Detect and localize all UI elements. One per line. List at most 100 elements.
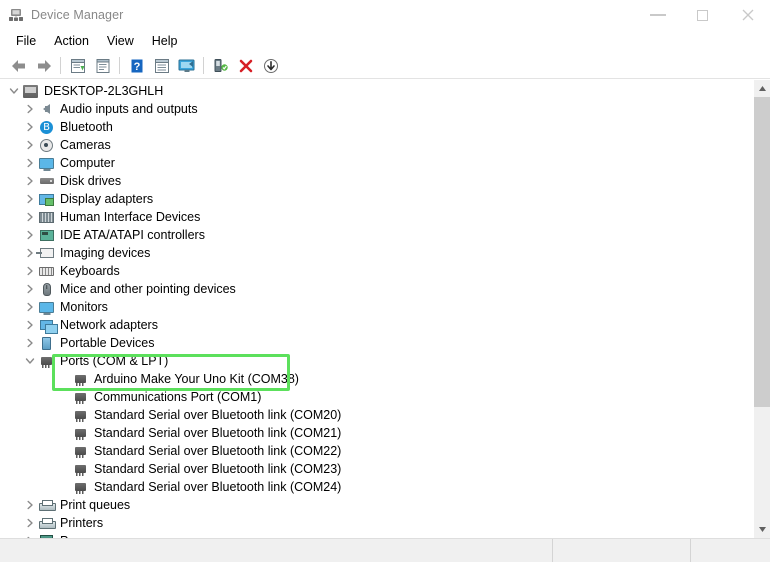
tree-item-portable-devices[interactable]: Portable Devices	[0, 334, 753, 352]
maximize-button[interactable]	[680, 0, 725, 30]
chevron-right-icon[interactable]	[22, 298, 38, 316]
tree-item-standard-serial-bluetooth-com22[interactable]: Standard Serial over Bluetooth link (COM…	[0, 442, 753, 460]
port-icon	[72, 479, 89, 495]
menu-action[interactable]: Action	[45, 32, 98, 52]
window-controls	[635, 0, 770, 30]
scrollbar-track[interactable]	[754, 97, 770, 521]
properties-button[interactable]	[90, 54, 115, 77]
chevron-right-icon[interactable]	[22, 136, 38, 154]
port-icon	[72, 371, 89, 387]
tree-item-label: Arduino Make Your Uno Kit (COM38)	[94, 372, 299, 386]
tree-item-disk-drives[interactable]: Disk drives	[0, 172, 753, 190]
help-button[interactable]: ?	[124, 54, 149, 77]
chevron-right-icon[interactable]	[22, 316, 38, 334]
port-icon	[72, 407, 89, 423]
computer-icon	[22, 83, 39, 99]
chevron-right-icon[interactable]	[22, 334, 38, 352]
device-list-button[interactable]	[149, 54, 174, 77]
show-hidden-devices-button[interactable]	[65, 54, 90, 77]
device-tree[interactable]: DESKTOP-2L3GHLH Audio inputs and outputs B…	[0, 80, 753, 538]
download-arrow-icon	[263, 58, 278, 73]
tree-item-computer[interactable]: Computer	[0, 154, 753, 172]
tree-item-standard-serial-bluetooth-com24[interactable]: Standard Serial over Bluetooth link (COM…	[0, 478, 753, 496]
chevron-right-icon[interactable]	[22, 154, 38, 172]
printer-icon	[38, 515, 56, 531]
tree-item-monitors[interactable]: Monitors	[0, 298, 753, 316]
speaker-icon	[38, 101, 55, 117]
tree-item-human-interface-devices[interactable]: Human Interface Devices	[0, 208, 753, 226]
chevron-down-icon[interactable]	[22, 352, 38, 370]
scrollbar-thumb[interactable]	[754, 97, 770, 407]
chevron-right-icon[interactable]	[22, 100, 38, 118]
vertical-scrollbar[interactable]	[753, 80, 770, 538]
processor-icon	[38, 533, 55, 538]
disable-device-button[interactable]	[258, 54, 283, 77]
properties-icon	[96, 58, 109, 73]
arrow-right-icon	[37, 59, 51, 72]
device-list-icon	[154, 58, 169, 73]
tree-item-label: IDE ATA/ATAPI controllers	[60, 228, 205, 242]
scroll-down-button[interactable]	[754, 521, 770, 538]
chevron-right-icon[interactable]	[22, 172, 38, 190]
tree-item-bluetooth[interactable]: B Bluetooth	[0, 118, 753, 136]
imaging-device-icon	[35, 245, 55, 261]
scan-hardware-button[interactable]	[174, 54, 199, 77]
scroll-up-button[interactable]	[754, 80, 770, 97]
chevron-down-icon[interactable]	[6, 82, 22, 100]
tree-item-label: Keyboards	[60, 264, 120, 278]
chevron-right-icon[interactable]	[22, 532, 38, 538]
tree-item-printers[interactable]: Printers	[0, 514, 753, 532]
tree-item-label: Imaging devices	[60, 246, 151, 260]
tree-item-audio-inputs-and-outputs[interactable]: Audio inputs and outputs	[0, 100, 753, 118]
title-bar: Device Manager	[0, 0, 770, 30]
maximize-icon	[697, 9, 708, 21]
tree-item-processors[interactable]: Processors	[0, 532, 753, 538]
tree-item-label: Cameras	[60, 138, 111, 152]
tree-item-display-adapters[interactable]: Display adapters	[0, 190, 753, 208]
window-title: Device Manager	[31, 8, 124, 22]
tree-item-label: Monitors	[60, 300, 108, 314]
menu-help[interactable]: Help	[143, 32, 187, 52]
tree-item-standard-serial-bluetooth-com23[interactable]: Standard Serial over Bluetooth link (COM…	[0, 460, 753, 478]
forward-button[interactable]	[31, 54, 56, 77]
tree-item-keyboards[interactable]: Keyboards	[0, 262, 753, 280]
chevron-right-icon[interactable]	[22, 496, 38, 514]
tree-item-network-adapters[interactable]: Network adapters	[0, 316, 753, 334]
tree-item-label: Print queues	[60, 498, 131, 512]
chevron-right-icon[interactable]	[22, 118, 38, 136]
update-driver-button[interactable]	[208, 54, 233, 77]
chevron-right-icon[interactable]	[22, 208, 38, 226]
tree-item-standard-serial-bluetooth-com20[interactable]: Standard Serial over Bluetooth link (COM…	[0, 406, 753, 424]
svg-text:?: ?	[133, 61, 140, 73]
tree-item-imaging-devices[interactable]: Imaging devices	[0, 244, 753, 262]
uninstall-device-button[interactable]	[233, 54, 258, 77]
chevron-right-icon[interactable]	[22, 190, 38, 208]
tree-item-ide-ata-atapi-controllers[interactable]: IDE ATA/ATAPI controllers	[0, 226, 753, 244]
tree-item-cameras[interactable]: Cameras	[0, 136, 753, 154]
tree-item-communications-port-com1[interactable]: Communications Port (COM1)	[0, 388, 753, 406]
tree-item-ports-com-and-lpt[interactable]: Ports (COM & LPT)	[0, 352, 753, 370]
chevron-right-icon[interactable]	[22, 226, 38, 244]
monitor-icon	[38, 299, 55, 315]
tree-item-mice-and-other-pointing-devices[interactable]: Mice and other pointing devices	[0, 280, 753, 298]
menu-file[interactable]: File	[7, 32, 45, 52]
close-button[interactable]	[725, 0, 770, 30]
update-driver-icon	[214, 58, 228, 72]
tree-item-arduino-make-your-uno-kit-com38[interactable]: Arduino Make Your Uno Kit (COM38)	[0, 370, 753, 388]
tree-item[interactable]: DESKTOP-2L3GHLH	[0, 82, 753, 100]
back-button[interactable]	[6, 54, 31, 77]
chevron-right-icon[interactable]	[22, 514, 38, 532]
printer-icon	[38, 497, 56, 513]
chevron-right-icon[interactable]	[22, 280, 38, 298]
status-pane-2	[552, 539, 690, 562]
tree-item-print-queues[interactable]: Print queues	[0, 496, 753, 514]
scroll-down-icon	[759, 527, 766, 532]
tree-item-standard-serial-bluetooth-com21[interactable]: Standard Serial over Bluetooth link (COM…	[0, 424, 753, 442]
keyboard-icon	[38, 263, 55, 279]
chevron-right-icon[interactable]	[22, 262, 38, 280]
minimize-button[interactable]	[635, 0, 680, 30]
menu-view[interactable]: View	[98, 32, 143, 52]
